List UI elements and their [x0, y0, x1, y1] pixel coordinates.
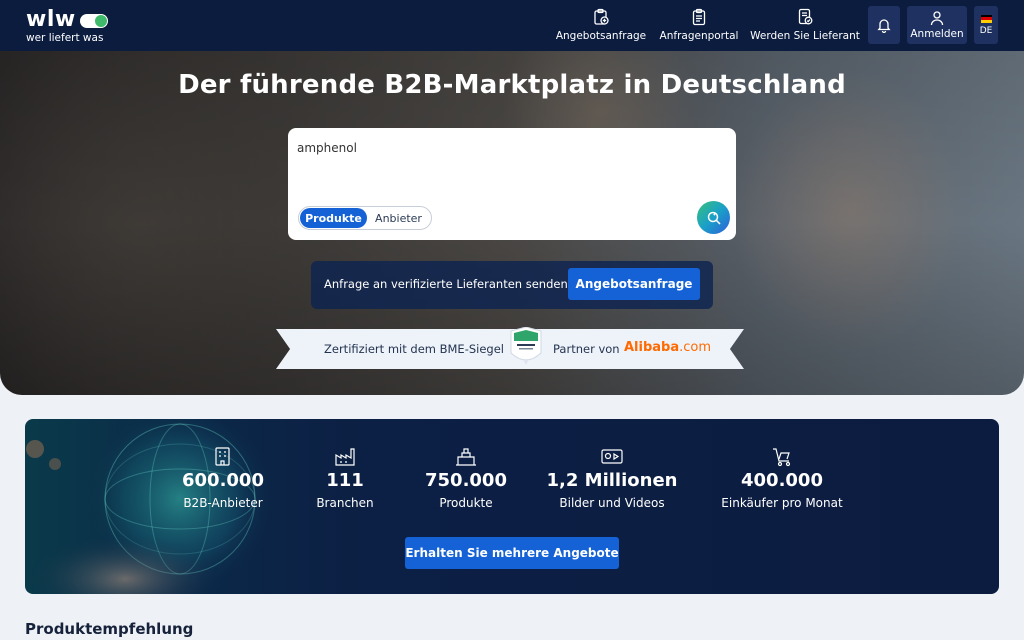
stat-einkaeufer: 400.000 Einkäufer pro Monat — [715, 445, 849, 510]
section-title-produktempfehlung: Produktempfehlung — [25, 620, 194, 638]
search-button[interactable] — [697, 201, 730, 234]
stat-einkaeufer-label: Einkäufer pro Monat — [721, 496, 843, 510]
alibaba-suffix: .com — [679, 340, 712, 355]
clipboard-list-icon — [692, 8, 706, 26]
search-type-toggle: Produkte Anbieter — [298, 206, 432, 230]
stat-produkte: 750.000 Produkte — [418, 445, 514, 510]
nav-angebotsanfrage-label: Angebotsanfrage — [555, 30, 647, 42]
stat-branchen-value: 111 — [326, 470, 364, 491]
inquiry-text: Anfrage an verifizierte Lieferanten send… — [324, 277, 572, 291]
stat-produkte-label: Produkte — [439, 496, 493, 510]
bme-certification-text: Zertifiziert mit dem BME-Siegel — [324, 342, 504, 356]
search-card: Produkte Anbieter — [288, 128, 736, 240]
login-label: Anmelden — [910, 28, 964, 40]
language-label: DE — [979, 25, 993, 36]
top-header: wlw wer liefert was Angebotsanfrage Anfr… — [0, 0, 1024, 51]
building-badge-icon — [215, 447, 230, 466]
bell-icon — [877, 19, 891, 33]
sparkle-search-icon — [707, 211, 721, 225]
stat-branchen-label: Branchen — [316, 496, 374, 510]
stat-anbieter-label: B2B-Anbieter — [183, 496, 263, 510]
bme-seal-icon — [510, 327, 542, 365]
nav-anfragenportal-label: Anfragenportal — [659, 30, 739, 42]
language-selector[interactable]: DE — [974, 6, 998, 44]
angebotsanfrage-button[interactable]: Angebotsanfrage — [568, 268, 700, 300]
wlw-logo[interactable]: wlw wer liefert was — [26, 9, 108, 44]
logo-wordmark: wlw — [26, 7, 76, 32]
segment-anbieter[interactable]: Anbieter — [367, 208, 430, 228]
stat-anbieter: 600.000 B2B-Anbieter — [175, 445, 271, 510]
stat-bilder-videos-value: 1,2 Millionen — [546, 470, 678, 491]
german-flag-icon — [980, 14, 992, 23]
stat-anbieter-value: 600.000 — [182, 470, 264, 491]
alibaba-logo[interactable]: Alibaba.com — [624, 340, 711, 355]
nav-anfragenportal[interactable]: Anfragenportal — [659, 8, 739, 44]
logo-toggle-icon — [79, 13, 108, 28]
segment-produkte[interactable]: Produkte — [300, 208, 367, 228]
stat-produkte-value: 750.000 — [425, 470, 507, 491]
stat-einkaeufer-value: 400.000 — [741, 470, 823, 491]
stat-bilder-videos-label: Bilder und Videos — [559, 496, 665, 510]
get-offers-button[interactable]: Erhalten Sie mehrere Angebote — [405, 537, 619, 569]
factory-icon — [335, 448, 355, 466]
cart-icon — [773, 448, 791, 467]
hero-title: Der führende B2B-Marktplatz in Deutschla… — [178, 70, 846, 100]
stat-bilder-videos: 1,2 Millionen Bilder und Videos — [547, 445, 677, 510]
alibaba-brand: Alibaba — [624, 340, 680, 355]
login-button[interactable]: Anmelden — [907, 6, 967, 44]
user-icon — [930, 11, 944, 26]
stat-branchen: 111 Branchen — [305, 445, 385, 510]
nav-werden-lieferant-label: Werden Sie Lieferant — [750, 30, 860, 42]
document-badge-icon — [798, 8, 813, 25]
partner-text: Partner von — [553, 342, 620, 356]
product-crate-icon — [456, 448, 476, 466]
nav-angebotsanfrage[interactable]: Angebotsanfrage — [555, 8, 647, 44]
inquiry-banner: Anfrage an verifizierte Lieferanten send… — [311, 261, 713, 309]
logo-tagline: wer liefert was — [26, 32, 104, 44]
clipboard-add-icon — [594, 8, 609, 25]
notifications-button[interactable] — [868, 6, 900, 44]
stats-panel: 600.000 B2B-Anbieter 111 Branchen 750.00… — [25, 419, 999, 594]
nav-werden-lieferant[interactable]: Werden Sie Lieferant — [750, 8, 860, 44]
media-icon — [601, 449, 623, 464]
search-input[interactable] — [297, 138, 697, 158]
